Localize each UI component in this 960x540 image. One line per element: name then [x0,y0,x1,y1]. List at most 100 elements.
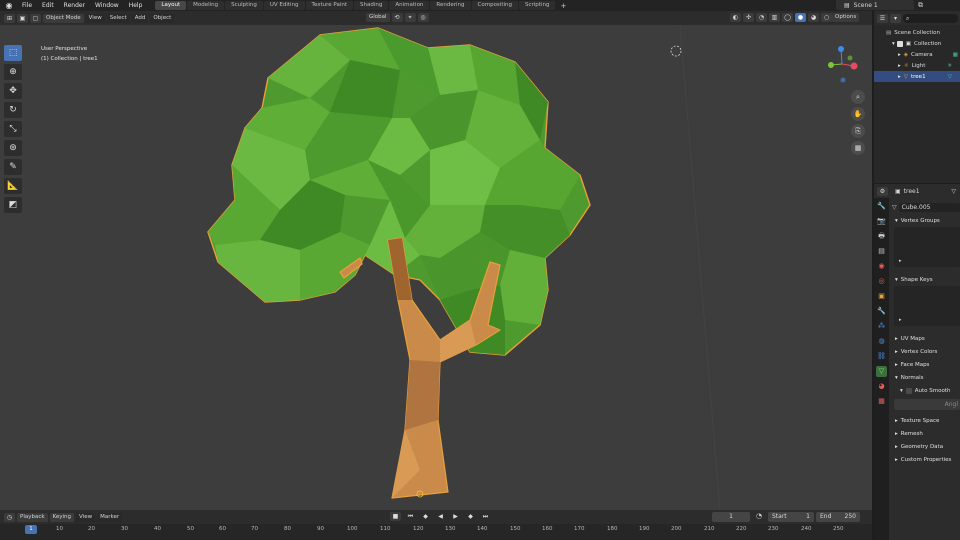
list-resize-icon[interactable]: ▸ [899,258,902,264]
display-mode-icon[interactable]: ▾ [890,13,901,23]
playback-menu[interactable]: Playback [17,512,48,522]
perspective-grid-icon[interactable]: ▦ [851,141,865,155]
tab-animation[interactable]: Animation [389,1,430,10]
vertex-groups-list[interactable]: ▸ [894,227,960,267]
constraints-tab-icon[interactable]: ⛓ [876,351,887,362]
panel-uv-maps[interactable]: ▸ UV Maps [890,332,960,345]
panel-vertex-colors[interactable]: ▸ Vertex Colors [890,345,960,358]
pivot-icon[interactable]: ⟲ [391,13,403,22]
jump-end-icon[interactable]: ⏭ [480,512,491,521]
timeline-editor-icon[interactable]: ◷ [4,512,15,522]
menu-file[interactable]: File [17,0,37,11]
tab-sculpting[interactable]: Sculpting [225,1,263,10]
prev-keyframe-icon[interactable]: ◆ [420,512,431,521]
panel-texture-space[interactable]: ▸ Texture Space [890,414,960,427]
material-tab-icon[interactable]: ◕ [876,381,887,392]
select-mode-icon[interactable]: ▢ [30,13,41,23]
tool-tab-icon[interactable]: 🔧 [876,201,887,212]
menu-select[interactable]: Select [106,13,130,23]
orientation-dropdown[interactable]: Global [366,13,390,22]
jump-start-icon[interactable]: ⏮ [405,512,416,521]
shading-wireframe-icon[interactable]: ◯ [782,13,793,22]
camera-view-icon[interactable]: ⎘ [851,124,865,138]
panel-normals[interactable]: ▾ Normals [890,371,960,384]
particles-tab-icon[interactable]: ⁂ [876,321,887,332]
tab-texture-paint[interactable]: Texture Paint [305,1,354,10]
panel-shape-keys[interactable]: ▾ Shape Keys [890,273,960,286]
tab-compositing[interactable]: Compositing [471,1,518,10]
add-cube-tool-icon[interactable]: ◩ [4,197,22,213]
menu-window[interactable]: Window [90,0,124,11]
view-menu[interactable]: View [76,512,96,522]
editor-type-icon[interactable]: ⊞ [4,13,15,23]
pan-hand-icon[interactable]: ✋ [851,107,865,121]
visibility-icon[interactable]: ◐ [730,13,741,22]
outliner-row-tree1[interactable]: ▸ ▽ tree1 ▽ [874,71,960,82]
marker-menu[interactable]: Marker [97,512,123,522]
auto-smooth-row[interactable]: ▾ Auto Smooth [890,384,960,397]
object-tab-icon[interactable]: ▣ [876,291,887,302]
world-tab-icon[interactable]: ◎ [876,276,887,287]
next-keyframe-icon[interactable]: ◆ [465,512,476,521]
panel-remesh[interactable]: ▸ Remesh [890,427,960,440]
outliner-row-scene-collection[interactable]: ▤ Scene Collection [874,27,960,38]
mesh-name-field[interactable]: Cube.005 [898,202,960,212]
menu-edit[interactable]: Edit [37,0,59,11]
stop-icon[interactable]: ■ [390,512,401,521]
snap-icon[interactable]: ⌖ [404,13,416,22]
physics-tab-icon[interactable]: ◍ [876,336,887,347]
current-frame-marker[interactable]: 1 [25,525,37,534]
outliner-editor-icon[interactable]: ☰ [877,13,888,23]
pin-icon[interactable]: ▽ [951,188,956,195]
object-mode-dropdown[interactable]: Object Mode [43,13,84,23]
panel-custom-properties[interactable]: ▸ Custom Properties [890,453,960,466]
measure-tool-icon[interactable]: 📐 [4,178,22,194]
shading-material-icon[interactable]: ◕ [808,13,819,22]
tab-modeling[interactable]: Modeling [187,1,225,10]
menu-help[interactable]: Help [124,0,148,11]
shading-rendered-icon[interactable]: ○ [821,13,832,22]
end-frame-field[interactable]: End 250 [816,512,860,522]
outliner-search-input[interactable]: ⌕ [903,13,958,23]
outliner-row-collection[interactable]: ▾ ▣ Collection [874,38,960,49]
menu-add[interactable]: Add [131,13,149,23]
texture-tab-icon[interactable]: ▦ [876,396,887,407]
shading-solid-icon[interactable]: ● [795,13,806,22]
timeline-ruler[interactable]: 1 10 20 30 40 50 60 70 80 90 100 110 120… [0,524,872,540]
scene-selector[interactable]: ▤ Scene 1 [836,0,914,10]
current-frame-field[interactable]: 1 [712,512,750,522]
outliner-row-camera[interactable]: ▸ ◈ Camera ▦ [874,49,960,60]
render-tab-icon[interactable]: 📷 [876,216,887,227]
view-layer-tab-icon[interactable]: ▤ [876,246,887,257]
menu-object[interactable]: Object [150,13,175,23]
start-frame-field[interactable]: Start 1 [768,512,814,522]
select-tool-icon[interactable]: ⬚ [4,45,22,61]
output-tab-icon[interactable]: 🖶 [876,231,887,242]
properties-editor-icon[interactable]: ⚙ [877,186,888,196]
zoom-icon[interactable]: ⌕ [851,90,865,104]
axis-gizmo[interactable] [824,44,864,84]
annotate-tool-icon[interactable]: ✎ [4,159,22,175]
blender-logo-icon[interactable]: ◉ [4,1,14,11]
tree-model[interactable] [0,25,872,510]
tab-rendering[interactable]: Rendering [430,1,471,10]
outliner-row-light[interactable]: ▸ ☼ Light ✳ [874,60,960,71]
keying-menu[interactable]: Keying [49,512,75,522]
modifier-tab-icon[interactable]: 🔧 [876,306,887,317]
options-dropdown[interactable]: Options [832,13,861,22]
tab-scripting[interactable]: Scripting [519,1,556,10]
cursor-tool-icon[interactable]: ⊕ [4,64,22,80]
play-reverse-icon[interactable]: ◀ [435,512,446,521]
play-icon[interactable]: ▶ [450,512,461,521]
angle-field[interactable]: Angl [894,399,960,410]
mesh-data-tab-icon[interactable]: ▽ [876,366,887,377]
shape-keys-list[interactable]: ▸ [894,286,960,326]
scale-tool-icon[interactable]: ⤡ [4,121,22,137]
add-workspace-button[interactable]: + [556,2,570,10]
rotate-tool-icon[interactable]: ↻ [4,102,22,118]
auto-smooth-checkbox[interactable] [905,387,912,394]
gizmo-icon[interactable]: ✣ [743,13,754,22]
transform-tool-icon[interactable]: ⊛ [4,140,22,156]
menu-view[interactable]: View [85,13,105,23]
xray-icon[interactable]: ▥ [769,13,780,22]
